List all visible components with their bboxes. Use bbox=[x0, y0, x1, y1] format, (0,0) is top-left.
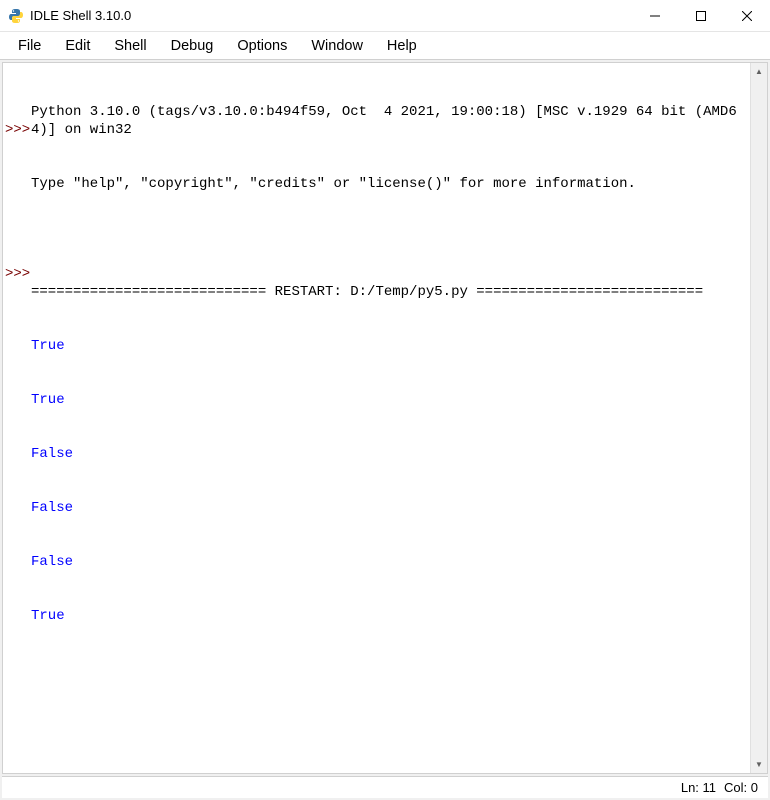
output-line: True bbox=[31, 607, 750, 625]
python-idle-icon bbox=[8, 8, 24, 24]
output-line: False bbox=[31, 499, 750, 517]
status-bar: Ln: 11 Col: 0 bbox=[2, 776, 768, 798]
vertical-scrollbar[interactable]: ▲ ▼ bbox=[750, 63, 767, 773]
window-title: IDLE Shell 3.10.0 bbox=[30, 8, 632, 23]
menu-bar: File Edit Shell Debug Options Window Hel… bbox=[0, 32, 770, 60]
menu-debug[interactable]: Debug bbox=[159, 34, 226, 58]
shell-area: >>> >>> Python 3.10.0 (tags/v3.10.0:b494… bbox=[2, 62, 768, 774]
menu-window[interactable]: Window bbox=[299, 34, 375, 58]
prompt: >>> bbox=[5, 121, 31, 139]
close-button[interactable] bbox=[724, 0, 770, 31]
output-line: False bbox=[31, 553, 750, 571]
output-line: True bbox=[31, 391, 750, 409]
shell-text[interactable]: Python 3.10.0 (tags/v3.10.0:b494f59, Oct… bbox=[31, 63, 750, 773]
prompt-gutter: >>> >>> bbox=[3, 63, 31, 773]
blank-line bbox=[31, 229, 750, 247]
minimize-button[interactable] bbox=[632, 0, 678, 31]
restart-line: ============================ RESTART: D:… bbox=[31, 283, 750, 301]
menu-file[interactable]: File bbox=[6, 34, 53, 58]
scroll-track[interactable] bbox=[751, 80, 767, 756]
menu-help[interactable]: Help bbox=[375, 34, 429, 58]
status-line: Ln: 11 bbox=[681, 780, 716, 795]
scroll-up-icon[interactable]: ▲ bbox=[751, 63, 767, 80]
scroll-down-icon[interactable]: ▼ bbox=[751, 756, 767, 773]
prompt: >>> bbox=[5, 265, 31, 283]
maximize-button[interactable] bbox=[678, 0, 724, 31]
title-bar: IDLE Shell 3.10.0 bbox=[0, 0, 770, 32]
menu-shell[interactable]: Shell bbox=[102, 34, 158, 58]
output-line: False bbox=[31, 445, 750, 463]
menu-options[interactable]: Options bbox=[225, 34, 299, 58]
status-col: Col: 0 bbox=[724, 780, 758, 795]
banner-line: Type "help", "copyright", "credits" or "… bbox=[31, 175, 750, 193]
menu-edit[interactable]: Edit bbox=[53, 34, 102, 58]
banner-line: Python 3.10.0 (tags/v3.10.0:b494f59, Oct… bbox=[31, 103, 750, 139]
window-controls bbox=[632, 0, 770, 31]
output-line: True bbox=[31, 337, 750, 355]
